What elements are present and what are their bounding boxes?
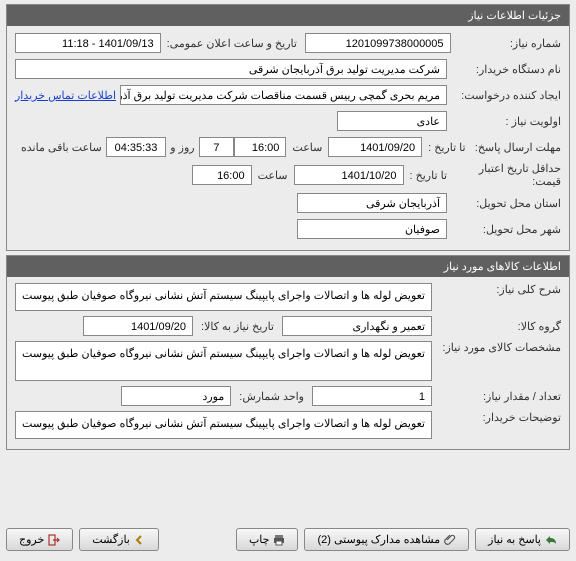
back-button-label: بازگشت [92, 533, 130, 546]
label-item-spec: مشخصات کالای مورد نیاز: [436, 341, 561, 354]
field-city: صوفیان [297, 219, 447, 239]
field-qty: 1 [312, 386, 432, 406]
reply-icon [545, 534, 557, 546]
field-need-no: 1201099738000005 [305, 33, 451, 53]
reply-button[interactable]: پاسخ به نیاز [475, 528, 570, 551]
label-goods-group: گروه کالا: [436, 320, 561, 333]
back-button[interactable]: بازگشت [79, 528, 159, 551]
print-button[interactable]: چاپ [236, 528, 299, 551]
label-buyer-org: نام دستگاه خریدار: [451, 63, 561, 76]
label-general-desc: شرح کلی نیاز: [436, 283, 561, 296]
back-icon [134, 534, 146, 546]
label-to-date-1: تا تاریخ : [428, 141, 465, 154]
field-item-spec: تعویض لوله ها و اتصالات واجرای پایپینگ س… [15, 341, 432, 381]
print-button-label: چاپ [249, 533, 270, 546]
items-panel: اطلاعات کالاهای مورد نیاز شرح کلی نیاز: … [6, 255, 570, 450]
field-reply-time: 16:00 [234, 137, 286, 157]
print-icon [273, 534, 285, 546]
label-hours-remaining: ساعت باقی مانده [21, 141, 102, 154]
items-panel-body: شرح کلی نیاز: تعویض لوله ها و اتصالات وا… [7, 277, 569, 449]
label-reply-deadline: مهلت ارسال پاسخ: [470, 141, 561, 154]
field-buyer-notes: تعویض لوله ها و اتصالات واجرای پایپینگ س… [15, 411, 432, 439]
label-qty: تعداد / مقدار نیاز: [436, 390, 561, 403]
label-city: شهر محل تحویل: [451, 223, 561, 236]
label-need-by-date: تاریخ نیاز به کالا: [201, 320, 274, 333]
attachments-button-label: مشاهده مدارک پیوستی (2) [317, 533, 440, 546]
label-buyer-notes: توضیحات خریدار: [436, 411, 561, 424]
field-unit: مورد [121, 386, 231, 406]
attachments-button[interactable]: مشاهده مدارک پیوستی (2) [304, 528, 469, 551]
field-province: آذربایجان شرقی [297, 193, 447, 213]
field-priority: عادی [337, 111, 447, 131]
bottom-toolbar: پاسخ به نیاز مشاهده مدارک پیوستی (2) چاپ… [6, 528, 570, 551]
field-announce-dt: 1401/09/13 - 11:18 [15, 33, 161, 53]
label-creator: ایجاد کننده درخواست: [451, 89, 561, 102]
label-priority: اولویت نیاز : [451, 115, 561, 128]
field-days-remaining: 7 [199, 137, 235, 157]
label-hour-2: ساعت [258, 169, 288, 182]
label-unit: واحد شمارش: [239, 390, 304, 403]
label-province: استان محل تحویل: [451, 197, 561, 210]
field-buyer-org: شرکت مدیریت تولید برق آذربایجان شرقی [15, 59, 447, 79]
field-time-remaining: 04:35:33 [106, 137, 167, 157]
label-announce-dt: تاریخ و ساعت اعلان عمومی: [167, 37, 297, 50]
field-goods-group: تعمیر و نگهداری [282, 316, 432, 336]
link-buyer-contact[interactable]: اطلاعات تماس خریدار [15, 89, 116, 102]
label-hour-1: ساعت [292, 141, 322, 154]
exit-icon [48, 534, 60, 546]
need-details-title: جزئیات اطلاعات نیاز [7, 5, 569, 26]
label-min-validity: حداقل تاریخ اعتبار قیمت: [451, 162, 561, 188]
field-reply-date: 1401/09/20 [328, 137, 422, 157]
field-general-desc: تعویض لوله ها و اتصالات واجرای پایپینگ س… [15, 283, 432, 311]
label-to-date-2: تا تاریخ : [410, 169, 447, 182]
need-details-panel: جزئیات اطلاعات نیاز شماره نیاز: 12010997… [6, 4, 570, 251]
attachment-icon [444, 534, 456, 546]
reply-button-label: پاسخ به نیاز [488, 533, 541, 546]
need-details-body: شماره نیاز: 1201099738000005 تاریخ و ساع… [7, 26, 569, 250]
field-creator: مریم بحری گمچی رییس قسمت مناقصات شرکت مد… [120, 85, 447, 105]
items-panel-title: اطلاعات کالاهای مورد نیاز [7, 256, 569, 277]
field-validity-time: 16:00 [192, 165, 252, 185]
exit-button-label: خروج [19, 533, 44, 546]
exit-button[interactable]: خروج [6, 528, 73, 551]
field-need-by-date: 1401/09/20 [83, 316, 193, 336]
label-days-and: روز و [170, 141, 194, 154]
field-validity-date: 1401/10/20 [294, 165, 404, 185]
label-need-no: شماره نیاز: [455, 37, 561, 50]
